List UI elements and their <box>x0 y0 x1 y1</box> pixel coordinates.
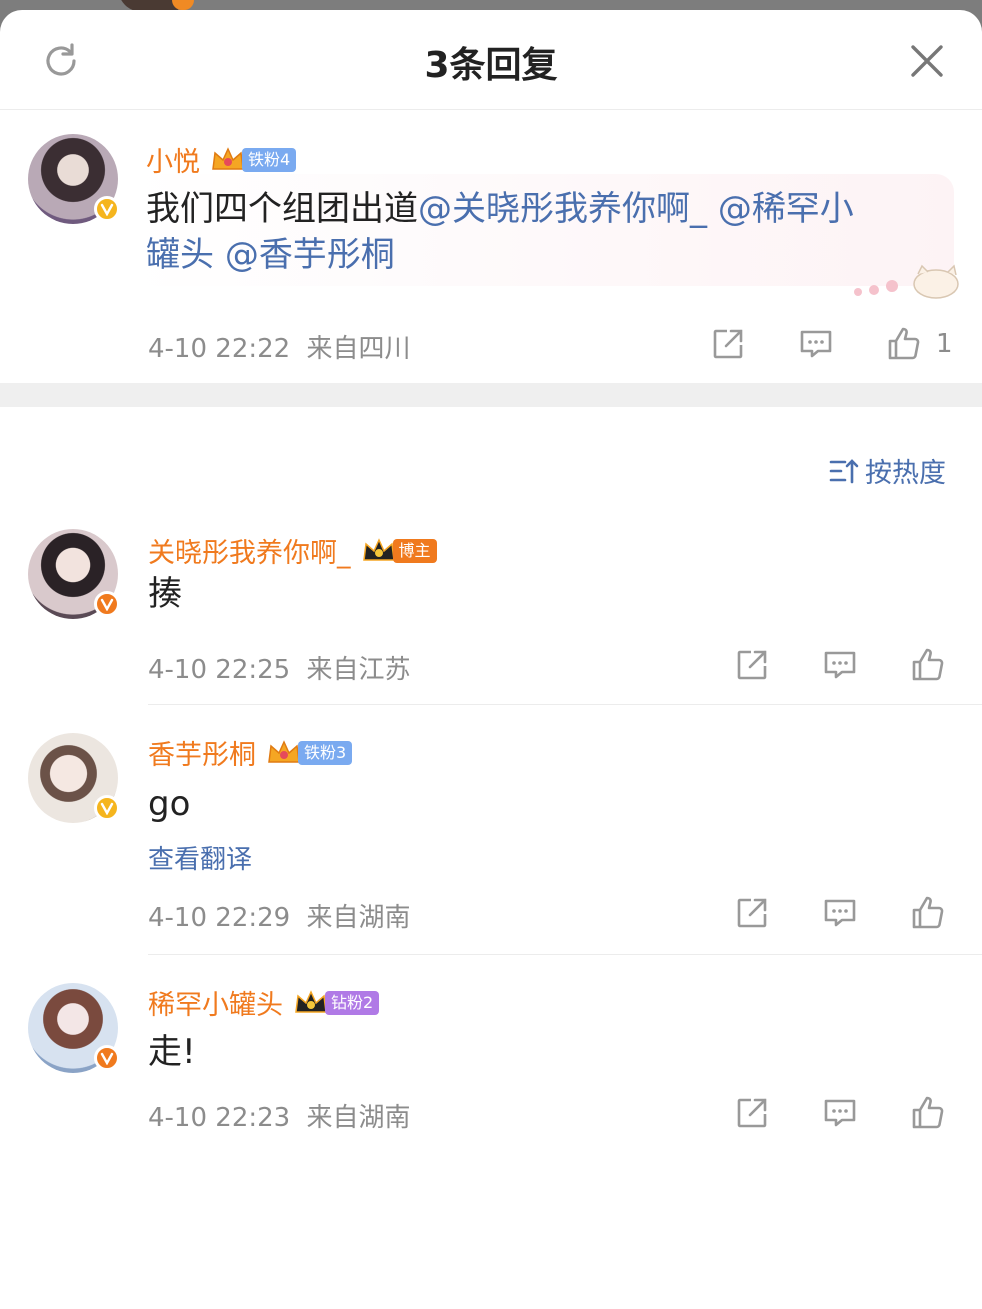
like-button[interactable] <box>884 324 924 364</box>
mention-link[interactable]: @稀罕小 <box>718 189 854 229</box>
sort-label: 按热度 <box>865 458 946 489</box>
comment-meta: 4-10 22:25 来自江苏 <box>148 649 410 686</box>
like-count: 1 <box>936 329 953 359</box>
like-icon <box>912 648 944 681</box>
comment-meta: 4-10 22:29 来自湖南 <box>148 897 410 934</box>
fan-badge[interactable]: 博主 <box>361 536 437 566</box>
reply-button[interactable] <box>820 1093 860 1133</box>
verified-icon <box>94 196 120 222</box>
comment-meta: 4-10 22:23 来自湖南 <box>148 1097 410 1134</box>
fan-badge[interactable]: 铁粉4 <box>210 145 297 175</box>
share-icon <box>737 898 767 928</box>
sort-icon <box>829 458 859 483</box>
verified-icon <box>94 795 120 821</box>
close-icon <box>911 45 943 77</box>
comment-text: 走! <box>148 1032 196 1072</box>
reply-username-row: 香芋彤桐 铁粉3 <box>148 733 353 772</box>
translate-link[interactable]: 查看翻译 <box>148 839 252 876</box>
reply-item: 香芋彤桐 铁粉3 go 查看翻译 4-10 22:29 来自湖南 <box>0 705 982 955</box>
verified-icon <box>94 1045 120 1071</box>
sort-bar: 按热度 <box>0 407 982 515</box>
location: 来自四川 <box>306 334 411 364</box>
verified-icon <box>94 591 120 617</box>
mention-link[interactable]: 罐头 <box>146 235 214 275</box>
reply-sheet: 3条回复 小悦 铁粉4 我们四个组团出道@关晓彤我养你啊_ @稀罕小 罐头 @香… <box>0 10 982 1309</box>
comment-icon <box>824 651 856 679</box>
comment-actions <box>732 893 948 933</box>
like-icon <box>888 327 920 360</box>
share-icon <box>713 329 743 359</box>
reply-username-row: 稀罕小罐头 钻粉2 <box>148 983 380 1022</box>
comment-actions <box>732 1093 948 1133</box>
share-icon <box>737 1098 767 1128</box>
username[interactable]: 关晓彤我养你啊_ <box>148 531 351 570</box>
timestamp: 4-10 22:22 <box>148 334 291 364</box>
location: 来自湖南 <box>306 903 411 933</box>
like-button[interactable] <box>908 1093 948 1133</box>
comment-actions <box>732 645 948 685</box>
comment-icon <box>824 1099 856 1127</box>
username[interactable]: 香芋彤桐 <box>148 733 256 772</box>
avatar[interactable] <box>28 733 120 823</box>
share-icon <box>737 650 767 680</box>
crown-icon <box>268 739 300 763</box>
comment-icon <box>800 330 832 358</box>
root-comment: 小悦 铁粉4 我们四个组团出道@关晓彤我养你啊_ @稀罕小 罐头 @香芋彤桐 4… <box>0 110 982 383</box>
timestamp: 4-10 22:29 <box>148 903 291 933</box>
reply-item: 关晓彤我养你啊_ 博主 揍 4-10 22:25 来自江苏 <box>0 515 982 705</box>
share-button[interactable] <box>732 1093 772 1133</box>
share-button[interactable] <box>708 324 748 364</box>
comment-text: 我们四个组团出道@关晓彤我养你啊_ @稀罕小 罐头 @香芋彤桐 <box>146 189 854 275</box>
fan-badge[interactable]: 铁粉3 <box>266 738 353 768</box>
timestamp: 4-10 22:23 <box>148 1103 291 1133</box>
avatar[interactable] <box>28 529 120 619</box>
share-button[interactable] <box>732 645 772 685</box>
reply-button[interactable] <box>820 893 860 933</box>
crown-icon <box>362 537 395 561</box>
reply-item: 稀罕小罐头 钻粉2 走! 4-10 22:23 来自湖南 <box>0 955 982 1155</box>
reply-button[interactable] <box>820 645 860 685</box>
reply-button[interactable] <box>796 324 836 364</box>
close-button[interactable] <box>904 38 950 84</box>
like-icon <box>912 896 944 929</box>
comment-meta: 4-10 22:22 来自四川 <box>148 328 410 365</box>
like-icon <box>912 1096 944 1129</box>
avatar[interactable] <box>28 134 120 224</box>
comment-text: 揍 <box>148 574 182 614</box>
share-button[interactable] <box>732 893 772 933</box>
comment-actions: 1 <box>708 324 953 364</box>
comment-text: go <box>148 784 191 824</box>
username[interactable]: 稀罕小罐头 <box>148 983 283 1022</box>
avatar[interactable] <box>28 983 120 1073</box>
location: 来自江苏 <box>306 655 411 685</box>
like-button[interactable] <box>908 893 948 933</box>
section-divider <box>0 383 982 407</box>
fan-badge[interactable]: 钻粉2 <box>293 988 380 1018</box>
comment-icon <box>824 899 856 927</box>
mention-link[interactable]: @香芋彤桐 <box>225 235 395 275</box>
timestamp: 4-10 22:25 <box>148 655 291 685</box>
crown-icon <box>212 146 244 170</box>
mention-link[interactable]: @关晓彤我养你啊_ <box>418 189 707 229</box>
like-button[interactable] <box>908 645 948 685</box>
reply-username-row: 关晓彤我养你啊_ 博主 <box>148 531 437 570</box>
crown-icon <box>295 989 327 1013</box>
sort-button[interactable]: 按热度 <box>829 451 946 490</box>
location: 来自湖南 <box>306 1103 411 1133</box>
sheet-title: 3条回复 <box>424 45 558 86</box>
sheet-header: 3条回复 <box>0 10 982 110</box>
